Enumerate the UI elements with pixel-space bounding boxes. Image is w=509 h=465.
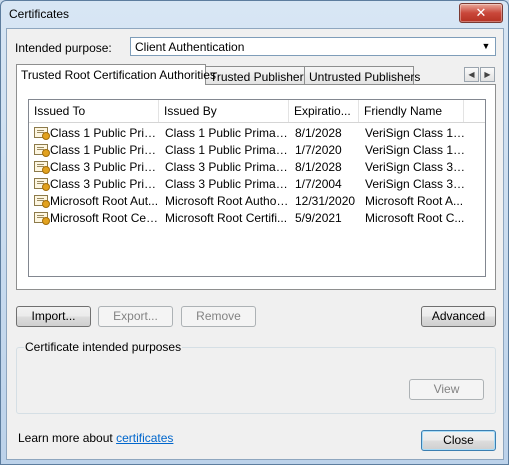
tab-untrusted-publishers[interactable]: Untrusted Publishers [304, 66, 420, 84]
view-button[interactable]: View [409, 379, 484, 400]
advanced-button[interactable]: Advanced [421, 306, 496, 327]
cell-issued-to: Class 3 Public Prima... [50, 160, 159, 174]
intended-purpose-select[interactable]: Client Authentication ▼ [130, 37, 496, 56]
cell-issued-to: Class 3 Public Prima... [50, 177, 159, 191]
cell-friendly-name: Microsoft Root A... [365, 194, 464, 208]
cell-expiration: 5/9/2021 [295, 211, 342, 225]
cell-issued-to: Class 1 Public Prima... [50, 126, 159, 140]
certificates-link[interactable]: certificates [116, 431, 173, 445]
certificate-icon [34, 212, 50, 225]
certificate-icon [34, 144, 50, 157]
cell-issued-by: Microsoft Root Certifi... [165, 211, 288, 225]
dialog-body: Intended purpose: Client Authentication … [6, 28, 504, 460]
cell-issued-by: Class 3 Public Primary ... [165, 177, 289, 191]
remove-button[interactable]: Remove [181, 306, 256, 327]
window-title: Certificates [9, 7, 70, 21]
certificate-list[interactable]: Issued To Issued By Expiratio... Friendl… [28, 99, 486, 277]
cell-friendly-name: VeriSign Class 1 ... [365, 126, 466, 140]
table-row[interactable]: Microsoft Root Cert... Microsoft Root Ce… [29, 210, 485, 227]
column-friendly-name[interactable]: Friendly Name [359, 100, 464, 122]
close-button[interactable]: Close [421, 430, 496, 451]
cell-expiration: 1/7/2004 [295, 177, 342, 191]
table-row[interactable]: Class 1 Public Prima... Class 1 Public P… [29, 125, 485, 142]
cell-expiration: 12/31/2020 [295, 194, 356, 208]
list-header: Issued To Issued By Expiratio... Friendl… [29, 100, 485, 123]
cell-issued-to: Microsoft Root Aut... [50, 194, 159, 208]
certificate-icon [34, 127, 50, 140]
cell-friendly-name: VeriSign Class 3 ... [365, 160, 466, 174]
chevron-down-icon[interactable]: ▼ [479, 39, 493, 54]
tab-scroll-left-icon[interactable]: ◀ [464, 67, 479, 82]
table-row[interactable]: Class 3 Public Prima... Class 3 Public P… [29, 176, 485, 193]
tab-scroll-right-icon[interactable]: ▶ [480, 67, 495, 82]
cell-issued-by: Microsoft Root Authority [165, 194, 289, 208]
certificate-icon [34, 178, 50, 191]
intended-purpose-label: Intended purpose: [15, 41, 112, 55]
cell-issued-by: Class 1 Public Primary ... [165, 126, 289, 140]
certificate-icon [34, 195, 50, 208]
learn-more-prefix: Learn more about [18, 431, 117, 445]
certificates-window: Certificates ✕ Intended purpose: Client … [0, 0, 509, 465]
certificate-icon [34, 161, 50, 174]
column-expiration[interactable]: Expiratio... [289, 100, 359, 122]
tab-trusted-publishers[interactable]: Trusted Publishers [205, 66, 310, 84]
cell-expiration: 8/1/2028 [295, 160, 342, 174]
cell-issued-to: Class 1 Public Prima... [50, 143, 159, 157]
learn-more-text: Learn more about certificates [18, 431, 173, 445]
cell-issued-by: Class 3 Public Primary ... [165, 160, 289, 174]
table-row[interactable]: Class 1 Public Prima... Class 1 Public P… [29, 142, 485, 159]
tab-trusted-root[interactable]: Trusted Root Certification Authorities [16, 64, 216, 85]
cell-issued-to: Microsoft Root Cert... [50, 211, 159, 225]
cell-friendly-name: Microsoft Root C... [365, 211, 465, 225]
intended-purposes-title: Certificate intended purposes [24, 340, 183, 354]
intended-purpose-value: Client Authentication [135, 40, 245, 54]
column-issued-to[interactable]: Issued To [29, 100, 159, 122]
table-row[interactable]: Microsoft Root Aut... Microsoft Root Aut… [29, 193, 485, 210]
cell-friendly-name: VeriSign Class 3 ... [365, 177, 466, 191]
cell-expiration: 8/1/2028 [295, 126, 342, 140]
import-button[interactable]: Import... [16, 306, 91, 327]
export-button[interactable]: Export... [98, 306, 173, 327]
tab-panel: Issued To Issued By Expiratio... Friendl… [16, 84, 496, 290]
cell-friendly-name: VeriSign Class 1 ... [365, 143, 466, 157]
table-row[interactable]: Class 3 Public Prima... Class 3 Public P… [29, 159, 485, 176]
cell-expiration: 1/7/2020 [295, 143, 342, 157]
column-issued-by[interactable]: Issued By [159, 100, 289, 122]
title-bar[interactable]: Certificates ✕ [1, 1, 508, 27]
cell-issued-by: Class 1 Public Primary ... [165, 143, 289, 157]
close-window-icon[interactable]: ✕ [459, 3, 503, 23]
